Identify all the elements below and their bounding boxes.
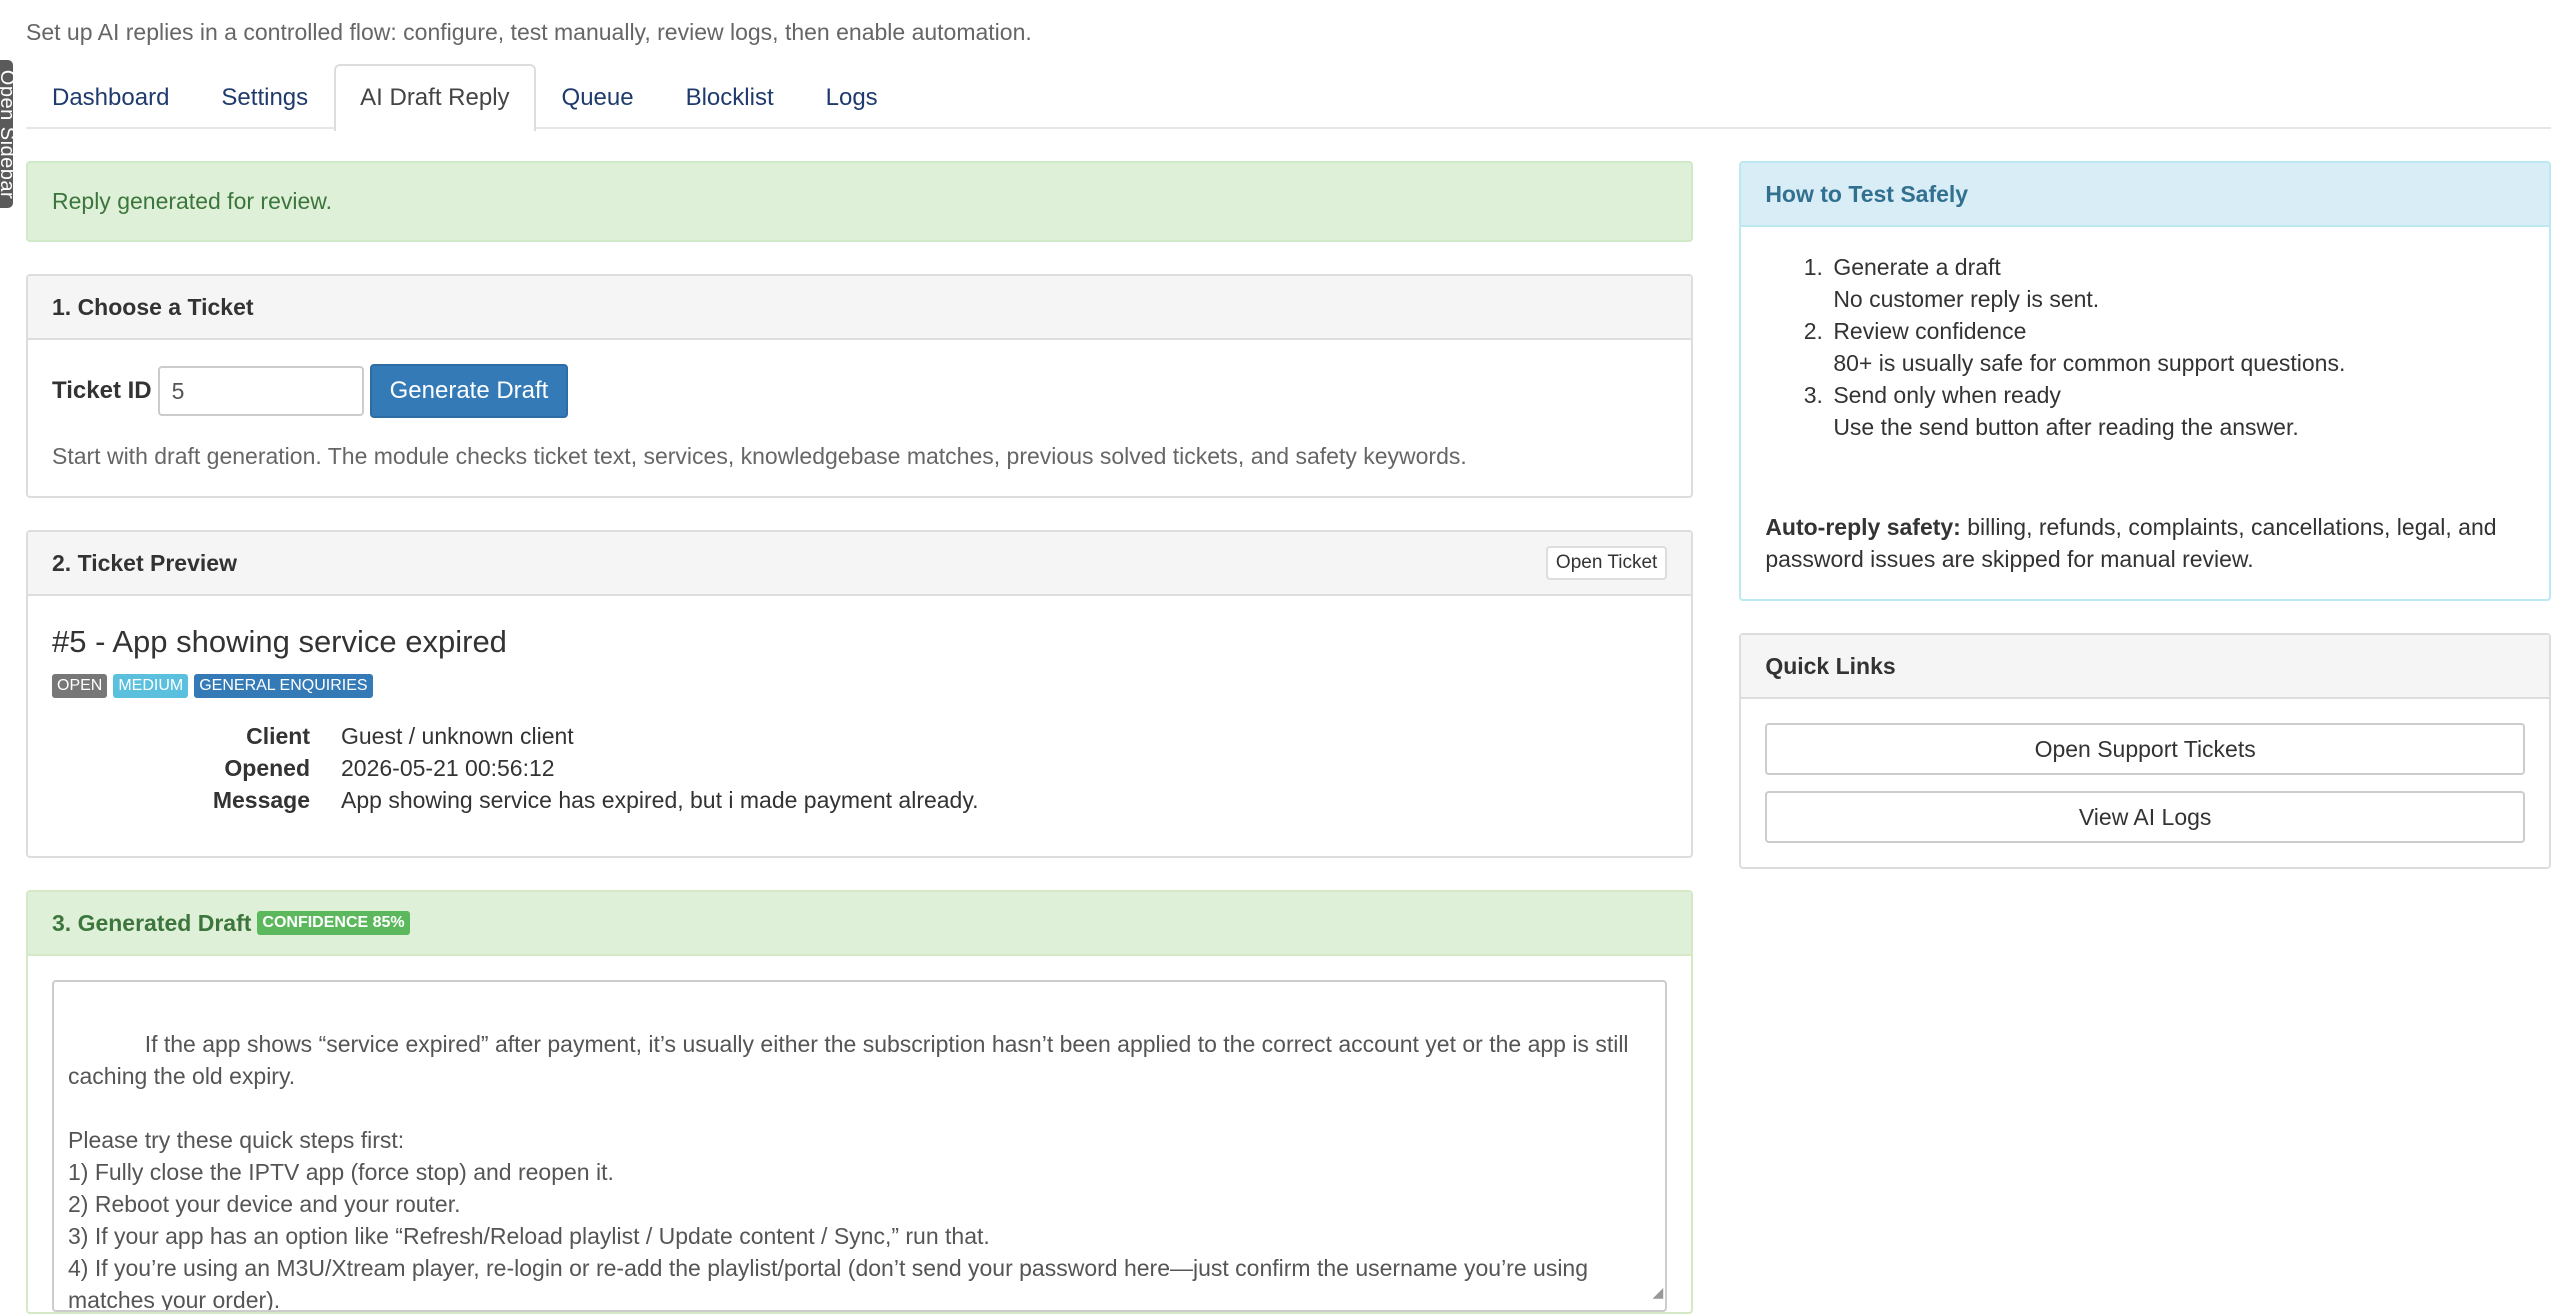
step-item: Send only when ready Use the send button… <box>1829 379 2525 443</box>
quick-links-panel: Quick Links Open Support Tickets View AI… <box>1739 633 2551 869</box>
quick-links-heading: Quick Links <box>1741 635 2549 699</box>
step-note: 80+ is usually safe for common support q… <box>1833 350 2346 376</box>
tab-queue[interactable]: Queue <box>536 64 660 129</box>
ticket-title: #5 - App showing service expired <box>52 624 507 659</box>
opened-label: Opened <box>224 755 310 781</box>
ticket-badges: OPEN MEDIUM GENERAL ENQUIRIES <box>52 674 1667 698</box>
ticket-id-input[interactable] <box>157 366 364 416</box>
view-ai-logs-button[interactable]: View AI Logs <box>1765 791 2525 843</box>
auto-reply-safety-note: Auto-reply safety: billing, refunds, com… <box>1765 511 2525 575</box>
ticket-form: Ticket ID Generate Draft <box>52 364 1667 418</box>
ticket-preview-body: #5 - App showing service expired OPEN ME… <box>28 596 1691 856</box>
page-subtitle: Set up AI replies in a controlled flow: … <box>26 19 1032 45</box>
safety-label: Auto-reply safety: <box>1765 514 1961 540</box>
step-note: Use the send button after reading the an… <box>1833 414 2299 440</box>
step-title: Review confidence <box>1833 318 2027 344</box>
ticket-id-label: Ticket ID <box>52 377 152 404</box>
how-to-test-panel: How to Test Safely Generate a draft No c… <box>1739 161 2551 601</box>
tab-ai-draft-reply[interactable]: AI Draft Reply <box>334 64 536 131</box>
test-steps-list: Generate a draft No customer reply is se… <box>1765 251 2525 443</box>
client-label: Client <box>246 723 310 749</box>
tab-logs[interactable]: Logs <box>800 64 904 129</box>
ticket-details: Client Guest / unknown client Opened 202… <box>52 720 1667 816</box>
choose-ticket-help: Start with draft generation. The module … <box>52 443 1467 469</box>
generated-draft-heading: 3. Generated Draft CONFIDENCE 85% <box>28 892 1692 956</box>
quick-links-title: Quick Links <box>1765 652 1896 679</box>
tab-blocklist[interactable]: Blocklist <box>660 64 800 129</box>
tab-settings[interactable]: Settings <box>195 64 334 129</box>
message-label: Message <box>212 787 310 813</box>
department-badge: GENERAL ENQUIRIES <box>194 674 373 698</box>
status-badge: OPEN <box>52 674 108 698</box>
choose-ticket-panel: 1. Choose a Ticket Ticket ID Generate Dr… <box>26 274 1694 498</box>
draft-reply-text: If the app shows “service expired” after… <box>68 1031 1629 1312</box>
step-title: Send only when ready <box>1833 382 2061 408</box>
ticket-preview-heading: 2. Ticket Preview Open Ticket <box>28 532 1692 596</box>
open-sidebar-label: Open Sidebar <box>0 69 13 199</box>
step-item: Generate a draft No customer reply is se… <box>1829 251 2525 315</box>
priority-badge: MEDIUM <box>113 674 189 698</box>
success-alert: Reply generated for review. <box>26 161 1694 242</box>
content-columns: Reply generated for review. 1. Choose a … <box>26 161 2551 1314</box>
how-to-test-heading: How to Test Safely <box>1741 163 2549 227</box>
choose-ticket-body: Ticket ID Generate Draft Start with draf… <box>28 340 1691 496</box>
ticket-preview-title: 2. Ticket Preview <box>52 549 237 576</box>
open-ticket-button[interactable]: Open Ticket <box>1545 546 1668 580</box>
opened-value: 2026-05-21 00:56:12 <box>341 755 555 781</box>
client-value: Guest / unknown client <box>341 723 574 749</box>
generate-draft-button[interactable]: Generate Draft <box>369 364 569 418</box>
open-sidebar-toggle[interactable]: Open Sidebar <box>0 60 13 208</box>
message-value: App showing service has expired, but i m… <box>341 787 979 813</box>
generated-draft-body: If the app shows “service expired” after… <box>28 956 1691 1312</box>
ticket-preview-panel: 2. Ticket Preview Open Ticket #5 - App s… <box>26 530 1694 858</box>
quick-links-body: Open Support Tickets View AI Logs <box>1741 699 2549 867</box>
draft-reply-textarea[interactable]: If the app shows “service expired” after… <box>52 980 1668 1312</box>
how-to-test-body: Generate a draft No customer reply is se… <box>1741 227 2549 599</box>
choose-ticket-heading: 1. Choose a Ticket <box>28 276 1692 340</box>
step-note: No customer reply is sent. <box>1833 286 2100 312</box>
side-column: How to Test Safely Generate a draft No c… <box>1739 161 2551 1314</box>
step-item: Review confidence 80+ is usually safe fo… <box>1829 315 2525 379</box>
generated-draft-panel: 3. Generated Draft CONFIDENCE 85% If the… <box>26 890 1694 1314</box>
confidence-badge: CONFIDENCE 85% <box>257 911 410 935</box>
resize-handle-icon[interactable]: ◢ <box>1653 1276 1664 1308</box>
main-column: Reply generated for review. 1. Choose a … <box>26 161 1694 1314</box>
step-title: Generate a draft <box>1833 254 2001 280</box>
page-wrapper: Set up AI replies in a controlled flow: … <box>26 0 2551 1314</box>
open-support-tickets-button[interactable]: Open Support Tickets <box>1765 723 2525 775</box>
generated-draft-title: 3. Generated Draft <box>52 909 252 936</box>
tab-bar: Dashboard Settings AI Draft Reply Queue … <box>26 64 2551 131</box>
choose-ticket-title: 1. Choose a Ticket <box>52 293 254 320</box>
tab-dashboard[interactable]: Dashboard <box>26 64 195 129</box>
how-to-test-title: How to Test Safely <box>1765 180 1969 207</box>
